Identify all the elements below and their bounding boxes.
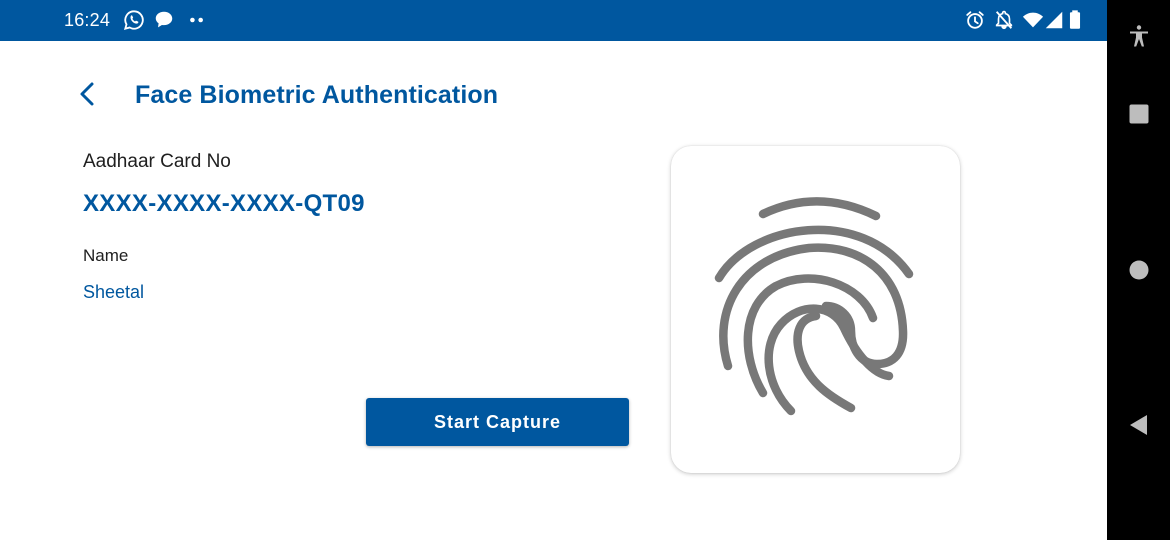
status-time: 16:24: [64, 10, 111, 30]
aadhaar-label: Aadhaar Card No: [83, 151, 231, 172]
home-icon[interactable]: [1127, 258, 1151, 282]
app-screen: 16:24 Face Biometric Authentication Aadh…: [0, 0, 1107, 540]
signal-icon: [1045, 11, 1063, 29]
wifi-icon: [1022, 12, 1044, 28]
name-value: Sheetal: [83, 282, 145, 302]
aadhaar-value: XXXX-XXXX-XXXX-QT09: [83, 190, 365, 217]
page-title: Face Biometric Authentication: [135, 81, 499, 109]
fingerprint-icon: [714, 197, 914, 416]
more-dots-icon: [190, 17, 203, 23]
system-nav-bar: [1107, 0, 1170, 540]
whatsapp-icon: [123, 10, 144, 31]
accessibility-icon[interactable]: [1127, 24, 1151, 48]
chevron-left-icon: [80, 82, 94, 106]
notifications-off-icon: [995, 10, 1013, 30]
name-label: Name: [83, 246, 129, 265]
battery-icon: [1069, 10, 1081, 29]
recents-icon[interactable]: [1127, 102, 1151, 126]
back-button[interactable]: [70, 76, 106, 112]
biometric-card: [671, 146, 960, 473]
back-icon[interactable]: [1127, 413, 1151, 437]
alarm-icon: [966, 11, 984, 29]
chat-bubble-icon: [155, 11, 173, 28]
status-bar: 16:24: [0, 0, 1107, 41]
start-capture-button[interactable]: Start Capture: [366, 398, 629, 446]
